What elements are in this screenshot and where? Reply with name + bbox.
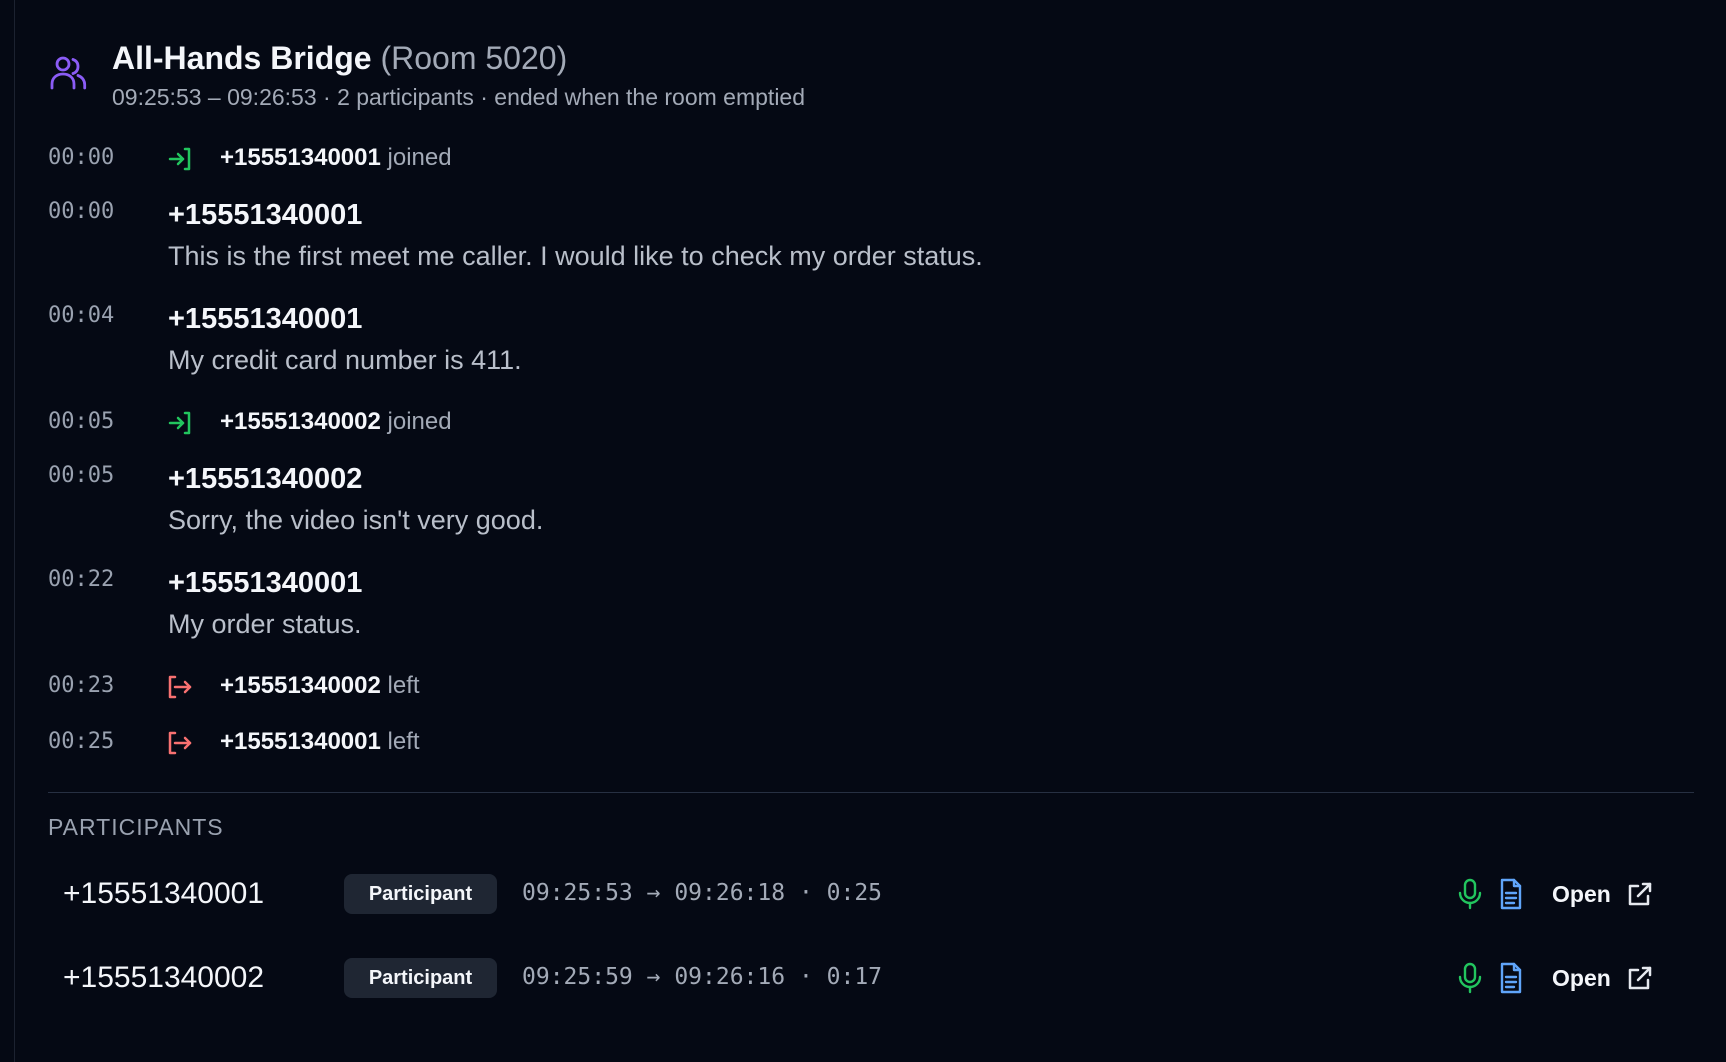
room-label: (Room 5020) — [380, 40, 568, 76]
microphone-icon[interactable] — [1452, 960, 1488, 996]
open-participant-link[interactable]: Open — [1552, 874, 1672, 914]
open-label: Open — [1552, 881, 1611, 907]
document-icon[interactable] — [1492, 960, 1528, 996]
left-border — [14, 0, 15, 1062]
event-phone: +15551340002 — [220, 408, 381, 435]
users-icon — [48, 53, 88, 93]
participant-role-badge: Participant — [344, 958, 497, 998]
speaker-phone: +15551340001 — [168, 199, 363, 231]
event-action: left — [387, 728, 420, 755]
message-event: 00:05 +15551340002 Sorry, the video isn'… — [48, 461, 1648, 541]
event-time: 00:04 — [48, 303, 115, 328]
event-time: 00:25 — [48, 729, 115, 754]
join-event: 00:00 +15551340001 joined — [48, 143, 1648, 175]
message-text: My order status. — [168, 609, 362, 639]
external-link-icon — [1626, 880, 1654, 908]
join-event: 00:05 +15551340002 joined — [48, 407, 1648, 439]
event-description: +15551340002 joined — [220, 407, 452, 437]
event-phone: +15551340001 — [220, 144, 381, 171]
event-description: +15551340001 left — [220, 727, 420, 757]
login-icon — [166, 409, 194, 437]
logout-icon — [166, 729, 194, 757]
participant-timing: 09:25:59 → 09:26:16 · 0:17 — [522, 964, 883, 990]
open-label: Open — [1552, 965, 1611, 991]
call-title-line: All-Hands Bridge (Room 5020) — [112, 38, 567, 78]
open-participant-link[interactable]: Open — [1552, 958, 1672, 998]
event-time: 00:00 — [48, 199, 115, 224]
message-event: 00:22 +15551340001 My order status. — [48, 565, 1648, 645]
event-action: joined — [387, 144, 452, 171]
event-time: 00:22 — [48, 567, 115, 592]
event-action: joined — [387, 408, 452, 435]
event-time: 00:05 — [48, 463, 115, 488]
participant-role-badge: Participant — [344, 874, 497, 914]
participants-heading: PARTICIPANTS — [48, 814, 224, 840]
document-icon[interactable] — [1492, 876, 1528, 912]
call-timeline: 00:00 +15551340001 joined 00:00 +1555134… — [48, 130, 1648, 770]
speaker-phone: +15551340001 — [168, 303, 363, 335]
participant-phone: +15551340002 — [63, 961, 265, 994]
speaker-phone: +15551340002 — [168, 463, 363, 495]
leave-event: 00:25 +15551340001 left — [48, 727, 1648, 759]
event-action: left — [387, 672, 420, 699]
message-event: 00:04 +15551340001 My credit card number… — [48, 301, 1648, 381]
participant-row: +15551340001 Participant 09:25:53 → 09:2… — [48, 864, 1694, 924]
participant-phone: +15551340001 — [63, 877, 265, 910]
event-phone: +15551340001 — [220, 728, 381, 755]
event-phone: +15551340002 — [220, 672, 381, 699]
external-link-icon — [1626, 964, 1654, 992]
event-description: +15551340001 joined — [220, 143, 452, 173]
call-header: All-Hands Bridge (Room 5020) 09:25:53 – … — [48, 38, 1248, 118]
call-title: All-Hands Bridge — [112, 40, 372, 76]
message-text: My credit card number is 411. — [168, 345, 522, 375]
login-icon — [166, 145, 194, 173]
microphone-icon[interactable] — [1452, 876, 1488, 912]
message-text: Sorry, the video isn't very good. — [168, 505, 544, 535]
event-description: +15551340002 left — [220, 671, 420, 701]
leave-event: 00:23 +15551340002 left — [48, 671, 1648, 703]
event-time: 00:05 — [48, 409, 115, 434]
participant-timing: 09:25:53 → 09:26:18 · 0:25 — [522, 880, 883, 906]
message-event: 00:00 +15551340001 This is the first mee… — [48, 197, 1648, 277]
speaker-phone: +15551340001 — [168, 567, 363, 599]
message-text: This is the first meet me caller. I woul… — [168, 241, 983, 271]
logout-icon — [166, 673, 194, 701]
participant-row: +15551340002 Participant 09:25:59 → 09:2… — [48, 948, 1694, 1008]
event-time: 00:00 — [48, 145, 115, 170]
call-summary: 09:25:53 – 09:26:53 · 2 participants · e… — [112, 84, 806, 110]
section-divider — [48, 792, 1694, 793]
event-time: 00:23 — [48, 673, 115, 698]
